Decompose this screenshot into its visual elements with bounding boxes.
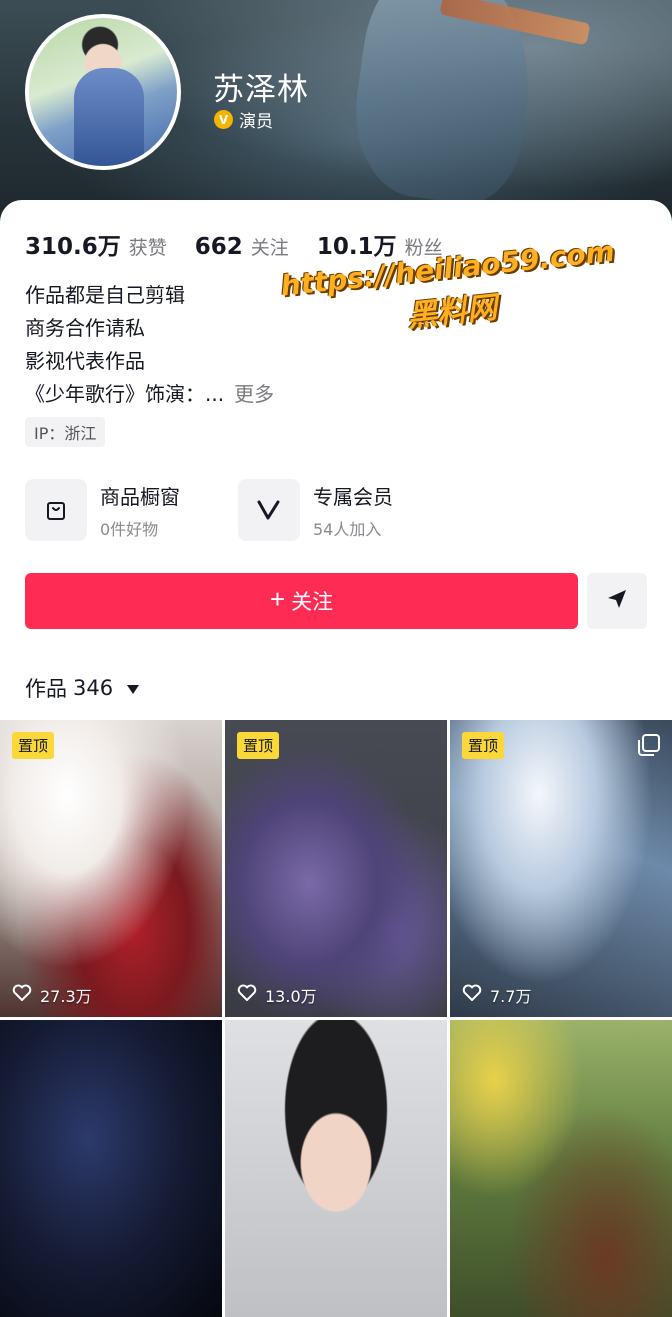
works-count: 346 [73,676,114,700]
chevron-down-icon [127,684,140,694]
heart-icon [237,984,257,1006]
verified-v-icon: V [214,110,233,129]
bio-more-link[interactable]: 更多 [234,382,274,406]
badge-label: 演员 [239,112,273,132]
profile-name: 苏泽林 [213,72,309,108]
like-value: 27.3万 [40,987,92,1006]
like-value: 13.0万 [265,987,317,1006]
like-value: 7.7万 [490,987,532,1006]
bio-line: 《少年歌行》饰演：... [25,382,225,406]
stat-following[interactable]: 662 关注 [195,233,289,260]
pinned-badge: 置顶 [462,732,505,759]
like-count: 7.7万 [462,983,531,1007]
bio-line-last: 《少年歌行》饰演：... 更多 [25,378,274,411]
stat-value: 662 [194,234,243,260]
video-tile[interactable]: 置顶 13.0万 [225,720,447,1017]
video-tile[interactable]: 置顶 7.7万 [450,720,672,1017]
bio-line: 影视代表作品 [25,349,145,373]
verified-badge[interactable]: V 演员 [214,107,273,132]
avatar[interactable] [25,14,181,170]
stat-value: 10.1万 [316,234,397,260]
works-tab[interactable]: 作品 346 [25,673,140,703]
profile-card: 310.6万 获赞 662 关注 10.1万 粉丝 作品都是自己剪辑 商务合作请… [0,200,672,1317]
multi-image-icon [638,734,660,756]
ip-location-chip: IP：浙江 [25,417,106,447]
pinned-badge: 置顶 [237,732,280,759]
shopping-bag-icon [25,479,87,541]
send-icon [605,587,629,615]
share-button[interactable] [587,573,647,629]
heart-icon [12,984,32,1006]
video-tile[interactable] [0,1020,222,1317]
follow-label: 关注 [291,591,334,614]
like-count: 13.0万 [237,983,317,1007]
video-tile[interactable] [450,1020,672,1317]
shortcut-title: 专属会员 [313,484,393,509]
video-tile[interactable]: 置顶 27.3万 [0,720,222,1017]
follow-button[interactable]: + 关注 [25,573,578,629]
shop-window-entry[interactable]: 商品橱窗 0件好物 [25,479,180,541]
banner-figure [344,0,546,211]
stat-value: 310.6万 [25,234,121,260]
bio: 作品都是自己剪辑 商务合作请私 影视代表作品 《少年歌行》饰演：... 更多 [25,279,274,411]
stat-label: 关注 [250,237,289,259]
pinned-badge: 置顶 [12,732,55,759]
member-entry[interactable]: 专属会员 54人加入 [238,479,393,541]
like-count: 27.3万 [12,983,92,1007]
member-v-icon [238,479,300,541]
shortcut-title: 商品橱窗 [100,484,180,509]
shortcut-subtitle: 54人加入 [313,519,382,539]
heart-icon [462,984,482,1006]
works-label: 作品 [25,677,67,701]
shortcut-subtitle: 0件好物 [100,519,159,539]
plus-icon: + [269,584,286,614]
bio-line: 作品都是自己剪辑 [25,283,185,307]
avatar-figure [74,68,144,166]
bio-line: 商务合作请私 [25,316,145,340]
stat-label: 获赞 [128,237,167,259]
stat-likes[interactable]: 310.6万 获赞 [25,227,167,261]
video-tile[interactable] [225,1020,447,1317]
